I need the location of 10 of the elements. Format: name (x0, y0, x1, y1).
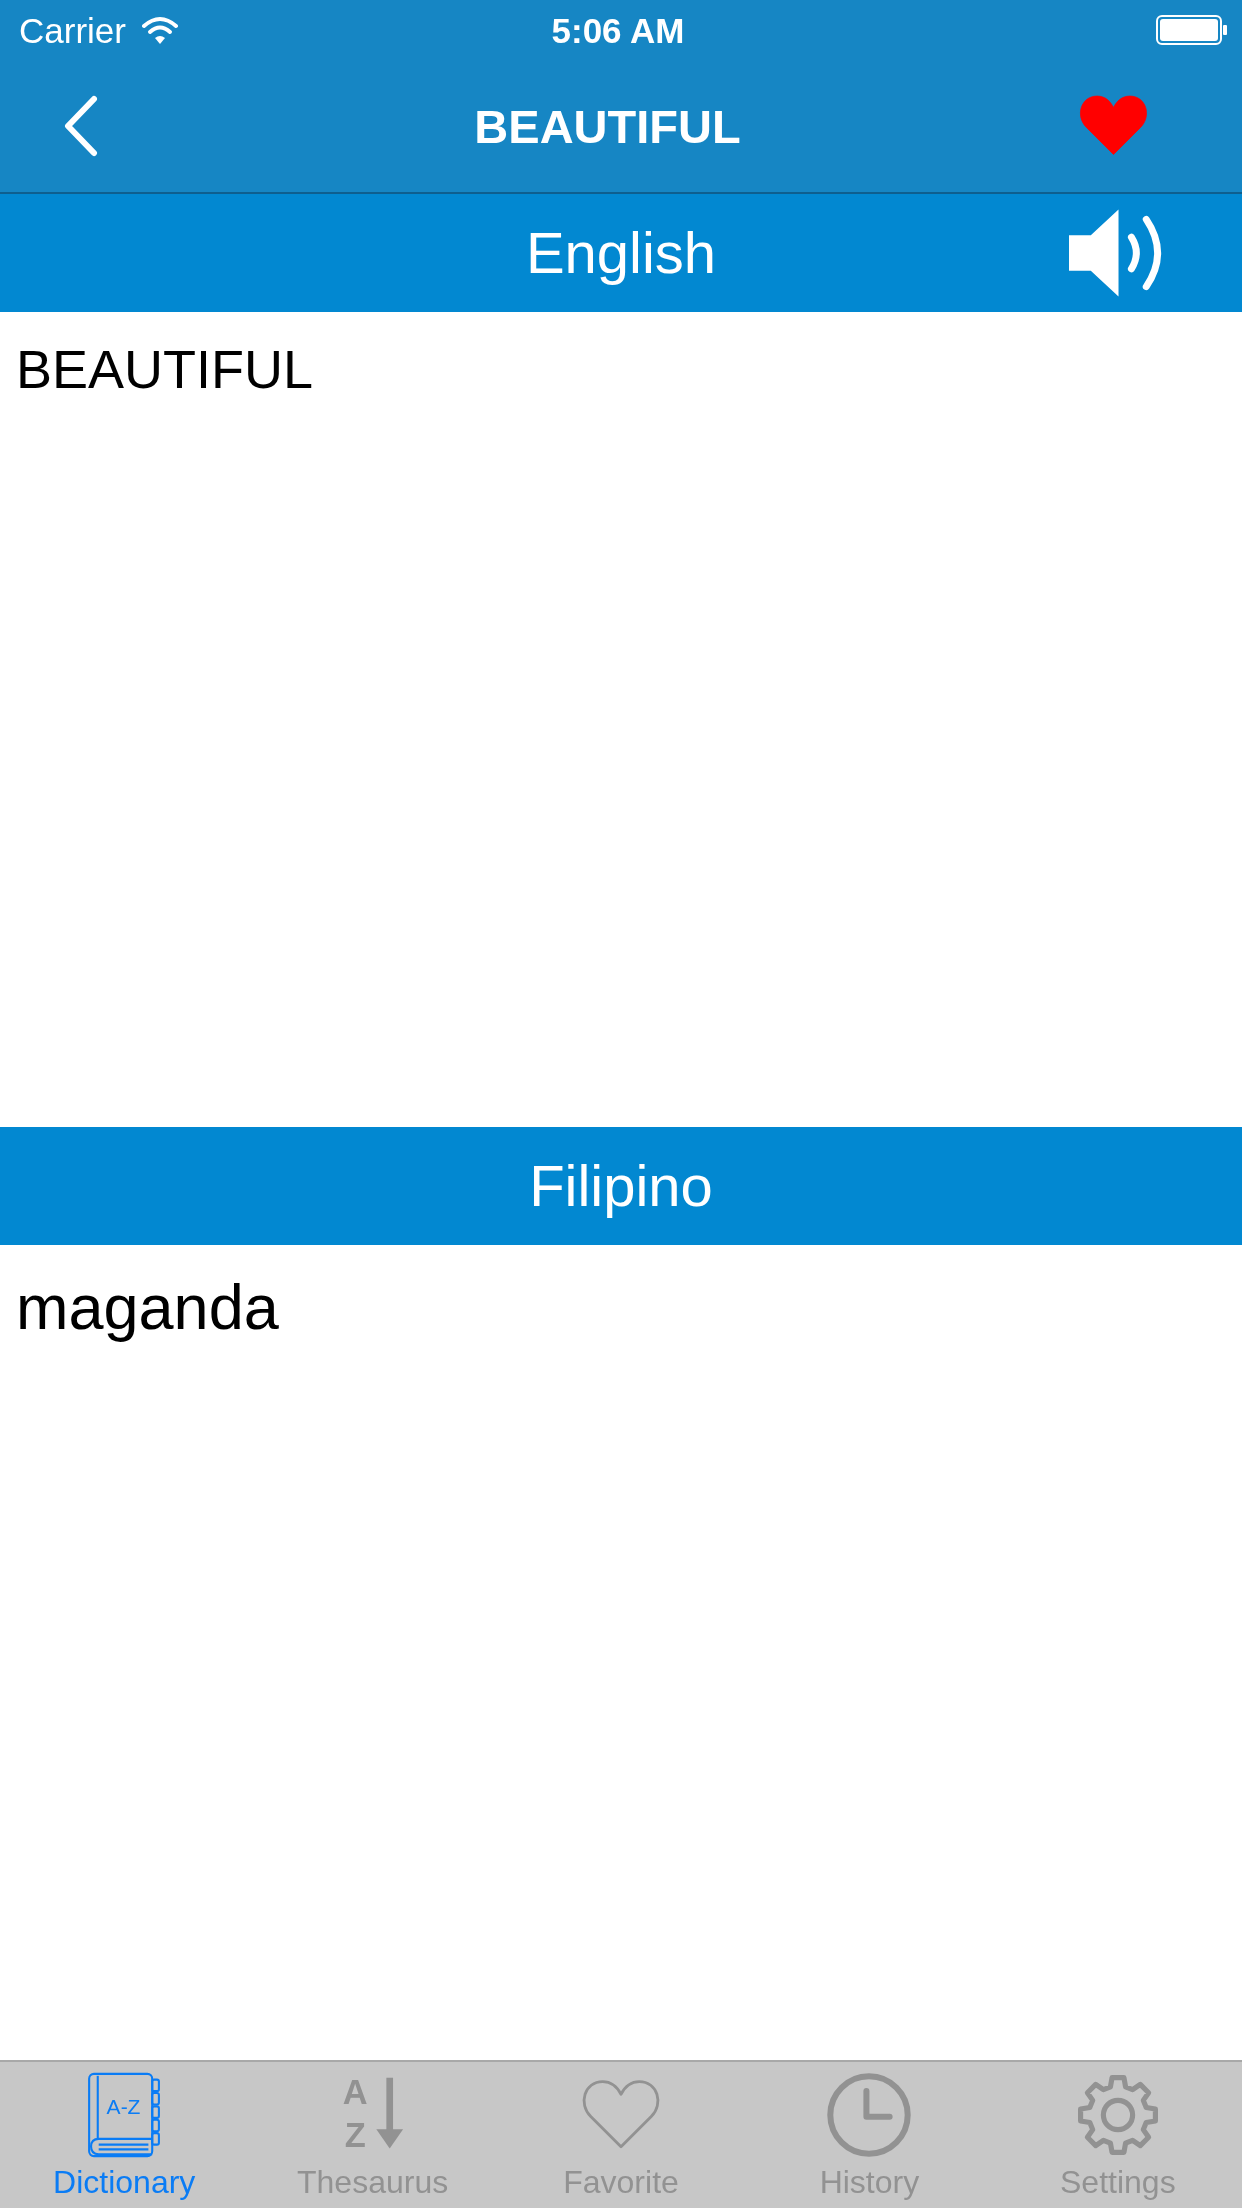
time-label: 5:06 AM (551, 12, 685, 48)
wifi-icon (141, 15, 178, 45)
back-icon[interactable] (63, 95, 99, 157)
translation-text: maganda (16, 1271, 280, 1344)
battery-icon (1156, 15, 1228, 45)
source-text: BEAUTIFUL (16, 338, 315, 401)
carrier-label: Carrier (19, 12, 126, 48)
nav-title: BEAUTIFUL (474, 102, 741, 150)
clock-icon (826, 2072, 913, 2158)
tab-item[interactable]: A-Z Dictionary (0, 2062, 249, 2208)
